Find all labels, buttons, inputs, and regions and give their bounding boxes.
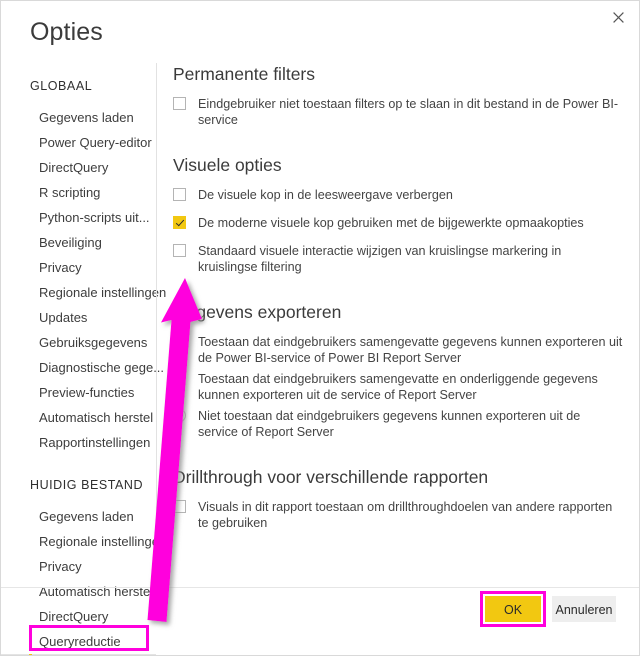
checkbox-option-row[interactable]: Visuals in dit rapport toestaan om drill… [173,499,623,531]
sidebar-item-label: DirectQuery [39,160,109,175]
radio-unchecked-icon[interactable] [173,409,186,422]
option-label: Standaard visuele interactie wijzigen va… [198,244,562,274]
checkbox-checked-icon[interactable] [173,216,186,229]
sidebar-item-label: Gegevens laden [39,110,134,125]
sidebar-divider [156,63,157,583]
sidebar-item-beveiliging[interactable]: Beveiliging [1,230,156,255]
sidebar-item-label: Preview-functies [39,385,135,400]
sidebar-item-label: Power Query-editor [39,135,152,150]
sidebar-group-header: GLOBAAL [30,79,93,93]
sidebar-item-label: Rapportinstellingen [39,435,151,450]
option-label: Toestaan dat eindgebruikers samengevatte… [198,335,623,365]
sidebar-item-updates[interactable]: Updates [1,305,156,330]
checkbox-option-row[interactable]: De moderne visuele kop gebruiken met de … [173,215,623,231]
sidebar-item-label: Gebruiksgegevens [39,335,148,350]
radio-option-row[interactable]: Toestaan dat eindgebruikers samengevatte… [173,371,623,403]
sidebar-item-directquery[interactable]: DirectQuery [1,604,156,629]
sidebar-item-label: Regionale instellingen [39,534,167,549]
section-title: Visuele opties [173,155,282,175]
sidebar-item-queryreductie[interactable]: Queryreductie [1,629,156,654]
sidebar-item-directquery[interactable]: DirectQuery [1,155,156,180]
sidebar-item-rapportinstellingen[interactable]: Rapportinstellingen [1,430,156,455]
sidebar-item-label: Updates [39,310,88,325]
sidebar-item-label: Automatisch herstel [39,410,154,425]
sidebar-item-label: DirectQuery [39,609,109,624]
option-label: Eindgebruiker niet toestaan filters op t… [198,97,619,127]
option-label: Toestaan dat eindgebruikers samengevatte… [198,372,598,402]
sidebar-item-label: Regionale instellingen [39,285,167,300]
radio-unchecked-icon[interactable] [173,372,186,385]
checkbox-unchecked-icon[interactable] [173,500,186,513]
sidebar-item-label: Python-scripts uit... [39,210,150,225]
sidebar-item-label: Privacy [39,559,82,574]
option-label: De moderne visuele kop gebruiken met de … [198,216,584,230]
cancel-button[interactable]: Annuleren [552,596,616,622]
checkbox-option-row[interactable]: Eindgebruiker niet toestaan filters op t… [173,96,623,128]
sidebar-item-preview-functies[interactable]: Preview-functies [1,380,156,405]
checkbox-option-row[interactable]: De visuele kop in de leesweergave verber… [173,187,623,203]
sidebar-item-power-query-editor[interactable]: Power Query-editor [1,130,156,155]
sidebar-item-gebruiksgegevens[interactable]: Gebruiksgegevens [1,330,156,355]
close-icon[interactable] [603,3,633,31]
sidebar-item-python-scripts-uit[interactable]: Python-scripts uit... [1,205,156,230]
sidebar-item-privacy[interactable]: Privacy [1,255,156,280]
sidebar-item-label: Beveiliging [39,235,102,250]
section-title: Drillthrough voor verschillende rapporte… [173,467,489,487]
section-title: Gegevens exporteren [173,302,342,322]
page-title: Opties [30,18,103,46]
title-bar: Opties [1,1,639,59]
sidebar-group-header: HUIDIG BESTAND [30,478,144,492]
sidebar-item-gegevens-laden[interactable]: Gegevens laden [1,105,156,130]
sidebar-item-r-scripting[interactable]: R scripting [1,180,156,205]
sidebar-item-regionale-instellingen[interactable]: Regionale instellingen [1,280,166,305]
sidebar-item-diagnostische-gege[interactable]: Diagnostische gege... [1,355,164,380]
sidebar-item-label: Queryreductie [39,634,121,649]
sidebar-item-privacy[interactable]: Privacy [1,554,156,579]
option-label: De visuele kop in de leesweergave verber… [198,188,453,202]
sidebar-item-label: R scripting [39,185,101,200]
options-dialog: Opties GLOBAAL Gegevens laden Power Query-… [0,0,640,656]
option-label: Niet toestaan dat eindgebruikers gegeven… [198,409,581,439]
sidebar: GLOBAAL Gegevens laden Power Query-editor D… [1,59,166,655]
checkbox-unchecked-icon[interactable] [173,188,186,201]
sidebar-item-automatisch-herstel[interactable]: Automatisch herstel [1,579,156,604]
sidebar-item-label: Privacy [39,260,82,275]
sidebar-item-regionale-instellingen[interactable]: Regionale instellingen [1,529,166,554]
sidebar-item-gegevens-laden[interactable]: Gegevens laden [1,504,156,529]
section-title: Permanente filters [173,64,316,84]
footer-divider [1,587,639,588]
radio-option-row[interactable]: Toestaan dat eindgebruikers samengevatte… [173,334,623,366]
sidebar-item-label: Diagnostische gege... [39,360,165,375]
radio-checked-icon[interactable] [173,335,186,348]
checkbox-unchecked-icon[interactable] [173,244,186,257]
checkbox-unchecked-icon[interactable] [173,97,186,110]
sidebar-item-automatisch-herstel[interactable]: Automatisch herstel [1,405,156,430]
ok-button[interactable]: OK [485,596,541,622]
option-label: Visuals in dit rapport toestaan om drill… [198,500,613,530]
sidebar-item-label: Gegevens laden [39,509,134,524]
radio-option-row[interactable]: Niet toestaan dat eindgebruikers gegeven… [173,408,623,440]
checkbox-option-row[interactable]: Standaard visuele interactie wijzigen va… [173,243,623,275]
main-panel: Permanente filters Eindgebruiker niet toe… [173,63,623,543]
